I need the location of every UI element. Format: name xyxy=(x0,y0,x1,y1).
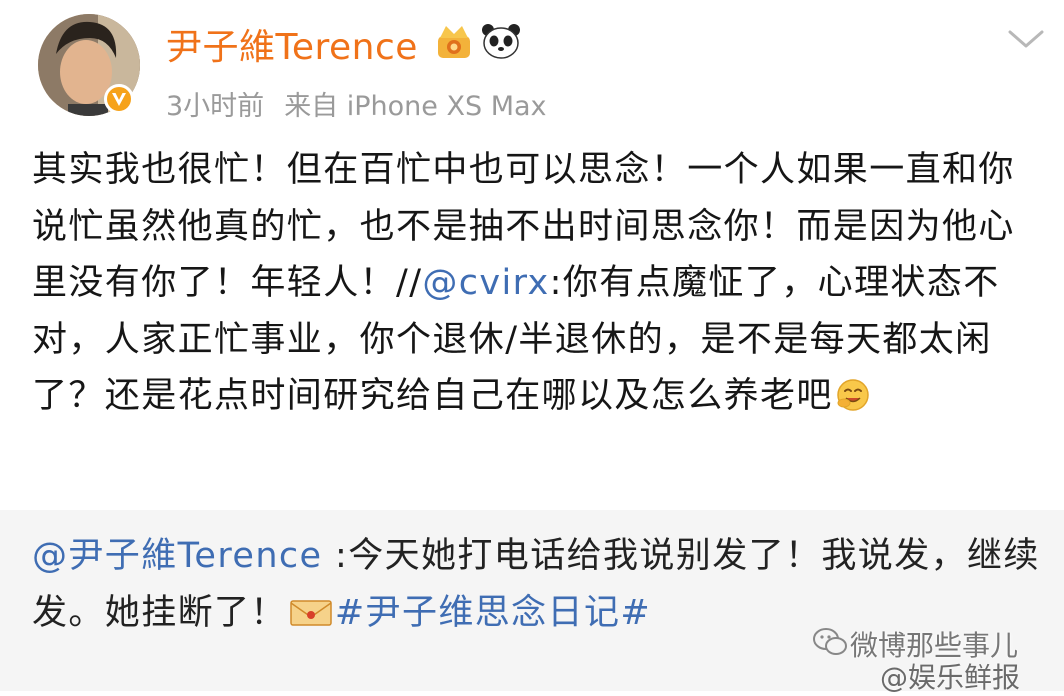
post-meta: 3小时前 来自 iPhone XS Max xyxy=(166,84,547,123)
member-crown-icon xyxy=(438,26,470,58)
post-source: 来自 iPhone XS Max xyxy=(284,91,547,122)
username[interactable]: 尹子維Terence xyxy=(166,18,418,70)
verified-badge-icon xyxy=(104,84,134,114)
post-time: 3小时前 xyxy=(166,91,265,122)
post-body: 其实我也很忙！但在百忙中也可以思念！一个人如果一直和你说忙虽然他真的忙，也不是抽… xyxy=(32,142,1044,425)
wechat-icon xyxy=(813,628,847,655)
smile-emoji-icon xyxy=(837,379,869,411)
panda-icon xyxy=(482,24,520,59)
topic-hashtag[interactable]: #尹子维思念日记# xyxy=(335,593,651,633)
envelope-icon xyxy=(290,600,332,626)
weibo-post: 尹子維Terence 3小时前 来自 iPhone XS Max 其实我也很忙！但… xyxy=(0,0,1064,510)
chevron-down-icon[interactable] xyxy=(1004,24,1048,54)
watermark-line2: @娱乐鲜报 xyxy=(880,661,1021,694)
mention-link[interactable]: @cvirx xyxy=(422,263,549,303)
repost-user-link[interactable]: @尹子維Terence xyxy=(32,536,322,576)
